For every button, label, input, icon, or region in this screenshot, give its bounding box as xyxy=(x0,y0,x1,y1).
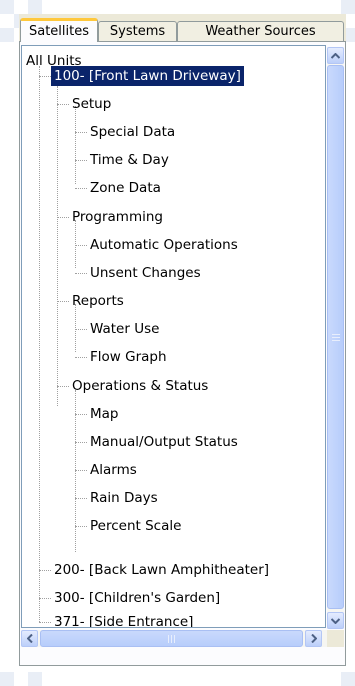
chevron-left-icon xyxy=(26,634,33,643)
chevron-right-icon xyxy=(310,634,317,643)
tree-line xyxy=(75,132,87,133)
tree-line xyxy=(75,329,87,330)
tree-node-reports[interactable]: Reports xyxy=(69,291,127,311)
tree-line xyxy=(75,273,87,274)
tree-node-unsent-changes[interactable]: Unsent Changes xyxy=(87,263,204,283)
tree-node-map[interactable]: Map xyxy=(87,404,122,424)
chevron-up-icon xyxy=(331,52,340,59)
tree-line xyxy=(39,570,51,571)
scrollbar-corner xyxy=(327,630,344,647)
tree-line xyxy=(57,217,69,218)
tree-line xyxy=(75,245,87,246)
tree-node-operations-status[interactable]: Operations & Status xyxy=(69,376,211,396)
vertical-scroll-thumb[interactable] xyxy=(327,65,344,609)
tab-systems[interactable]: Systems xyxy=(98,21,177,41)
tree-node-unit-100[interactable]: 100- [Front Lawn Driveway] xyxy=(51,66,244,86)
tree-line xyxy=(75,414,87,415)
tree-line xyxy=(75,106,76,184)
horizontal-scrollbar[interactable] xyxy=(21,630,343,647)
chevron-down-icon xyxy=(331,617,340,624)
tree-line xyxy=(39,66,40,622)
tree-line xyxy=(75,220,76,268)
tree-line xyxy=(57,104,69,105)
tree-line xyxy=(75,526,87,527)
tree-line xyxy=(75,160,87,161)
tab-weather-sources[interactable]: Weather Sources xyxy=(177,21,344,41)
horizontal-scroll-thumb[interactable] xyxy=(40,630,303,647)
tree-node-unit-371[interactable]: 371- [Side Entrance] xyxy=(51,612,196,627)
unit-tree-view[interactable]: All Units 100- [Front Lawn Driveway] Set… xyxy=(21,45,326,628)
tree-line xyxy=(75,304,76,352)
tree-node-time-day[interactable]: Time & Day xyxy=(87,150,172,170)
tree-node-special-data[interactable]: Special Data xyxy=(87,122,178,142)
tree-line xyxy=(39,598,51,599)
tree-node-manual-output-status[interactable]: Manual/Output Status xyxy=(87,432,241,452)
tree-node-flow-graph[interactable]: Flow Graph xyxy=(87,347,170,367)
tree-node-rain-days[interactable]: Rain Days xyxy=(87,488,161,508)
tree-node-unit-300[interactable]: 300- [Children's Garden] xyxy=(51,588,223,608)
tree-node-setup[interactable]: Setup xyxy=(69,94,114,114)
grip-line xyxy=(174,635,175,643)
tree-line xyxy=(39,622,51,623)
tree-node-percent-scale[interactable]: Percent Scale xyxy=(87,516,184,536)
tree-line xyxy=(75,498,87,499)
tree-line xyxy=(57,301,69,302)
tree-node-zone-data[interactable]: Zone Data xyxy=(87,178,164,198)
tree-line xyxy=(57,86,58,406)
vertical-scrollbar[interactable] xyxy=(327,47,344,629)
units-panel: Satellites Systems Weather Sources All U… xyxy=(19,14,346,666)
tree-node-programming[interactable]: Programming xyxy=(69,207,166,227)
tree-line xyxy=(75,188,87,189)
grip-line xyxy=(171,635,172,643)
tree-line xyxy=(39,76,51,77)
scroll-down-button[interactable] xyxy=(327,612,344,629)
scroll-right-button[interactable] xyxy=(305,630,322,647)
tree-line xyxy=(75,357,87,358)
tree-line xyxy=(57,386,69,387)
tree-line xyxy=(75,442,87,443)
scroll-up-button[interactable] xyxy=(327,47,344,64)
tab-satellites[interactable]: Satellites xyxy=(20,18,98,42)
grip-line xyxy=(168,635,169,643)
tree-node-water-use[interactable]: Water Use xyxy=(87,319,162,339)
grip-line xyxy=(332,340,340,341)
tree-node-alarms[interactable]: Alarms xyxy=(87,460,140,480)
tree-line xyxy=(75,470,87,471)
tree-node-unit-200[interactable]: 200- [Back Lawn Amphitheater] xyxy=(51,560,272,580)
grip-line xyxy=(332,334,340,335)
tree-node-automatic-operations[interactable]: Automatic Operations xyxy=(87,235,241,255)
scroll-left-button[interactable] xyxy=(21,630,38,647)
grip-line xyxy=(332,337,340,338)
